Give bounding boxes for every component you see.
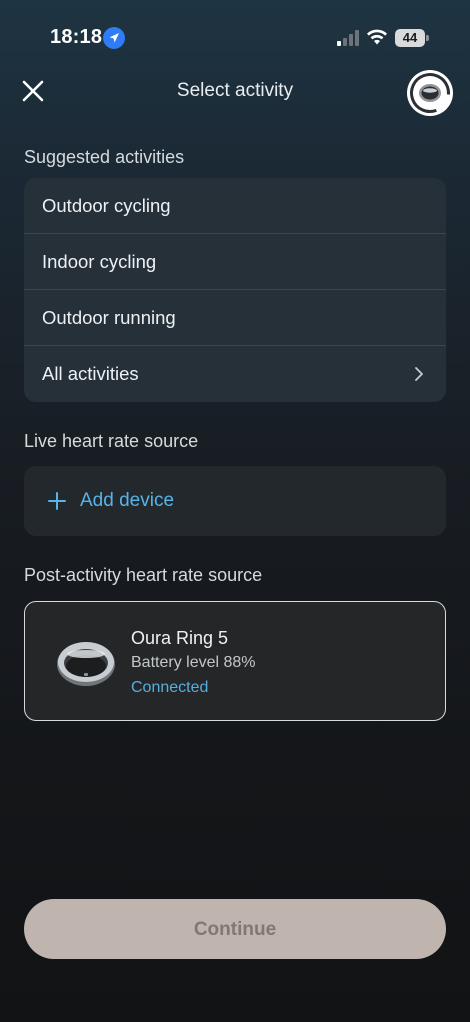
live-heart-rate-heading: Live heart rate source xyxy=(24,431,199,451)
add-device-label: Add device xyxy=(80,490,175,511)
wifi-icon xyxy=(367,29,387,45)
device-name: Oura Ring 5 xyxy=(131,628,229,648)
chevron-right-icon xyxy=(415,367,423,381)
oura-ring-image xyxy=(57,642,115,686)
activity-item-label: Indoor cycling xyxy=(42,251,157,272)
activity-list: Outdoor cycling Indoor cycling Outdoor r… xyxy=(24,178,446,402)
suggested-activities-heading: Suggested activities xyxy=(24,147,185,167)
activity-item-outdoor-running[interactable]: Outdoor running xyxy=(24,290,446,346)
activity-item-label: Outdoor running xyxy=(42,307,176,328)
location-arrow-icon xyxy=(103,27,125,49)
add-device-button[interactable]: Add device xyxy=(24,466,446,536)
plus-icon xyxy=(48,492,66,510)
continue-button[interactable]: Continue xyxy=(24,899,446,959)
ring-avatar-icon[interactable] xyxy=(406,69,454,117)
post-activity-heart-rate-heading: Post-activity heart rate source xyxy=(24,565,263,585)
activity-item-label: All activities xyxy=(42,363,139,384)
activity-item-label: Outdoor cycling xyxy=(42,195,171,216)
activity-item-outdoor-cycling[interactable]: Outdoor cycling xyxy=(24,178,446,234)
status-bar: 18:18 44 xyxy=(0,0,470,70)
device-battery-level: Battery level 88% xyxy=(131,654,256,671)
battery-icon: 44 xyxy=(395,29,431,47)
page-title: Select activity xyxy=(176,80,294,101)
battery-level-text: 44 xyxy=(402,30,418,45)
device-card-oura-ring[interactable]: Oura Ring 5 Battery level 88% Connected xyxy=(24,601,446,721)
status-time: 18:18 xyxy=(50,26,103,48)
cellular-signal-icon xyxy=(337,30,359,46)
close-icon[interactable] xyxy=(16,74,50,108)
activity-item-all-activities[interactable]: All activities xyxy=(24,346,446,402)
activity-item-indoor-cycling[interactable]: Indoor cycling xyxy=(24,234,446,290)
device-connection-status: Connected xyxy=(131,679,209,696)
